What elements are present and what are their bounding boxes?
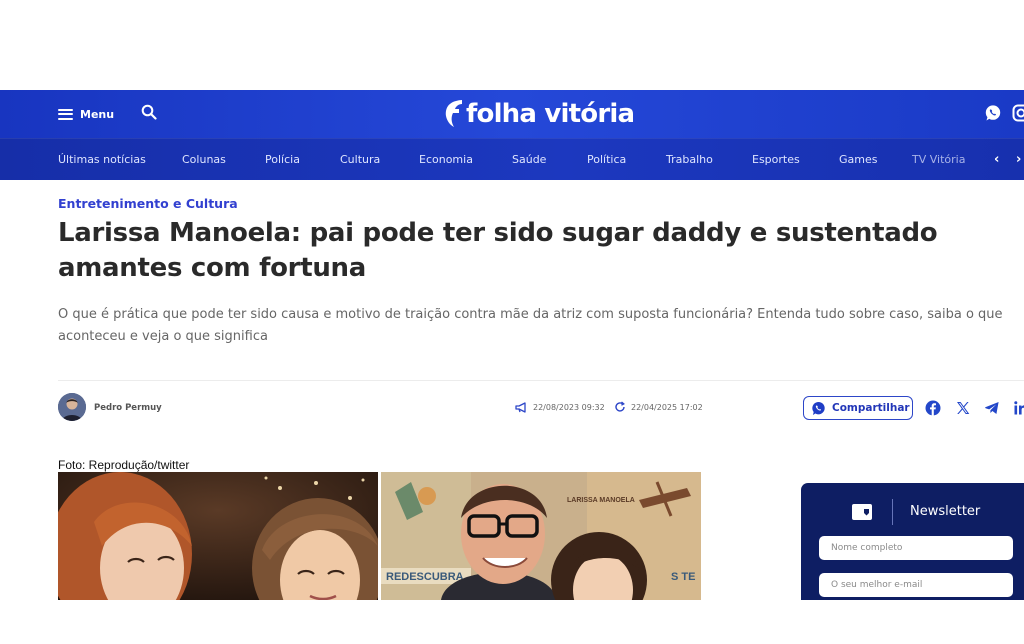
menu-label: Menu — [80, 107, 115, 121]
nav-item-saude[interactable]: Saúde — [512, 153, 546, 166]
share-whatsapp-button[interactable]: Compartilhar — [803, 396, 913, 420]
published-date: 22/08/2023 09:32 — [533, 403, 605, 412]
newsletter-widget: Newsletter — [801, 483, 1024, 600]
whatsapp-icon — [812, 401, 825, 415]
share-label: Compartilhar — [832, 402, 910, 414]
mail-icon — [852, 504, 872, 520]
poster-banner-left: REDESCUBRA — [386, 571, 464, 583]
article-photo-right: REDESCUBRA LARISSA MANOELA S TE — [381, 472, 701, 600]
telegram-icon[interactable] — [984, 400, 1000, 416]
facebook-icon[interactable] — [925, 400, 941, 416]
updated-date: 22/04/2025 17:02 — [631, 403, 703, 412]
nav-item-policia[interactable]: Polícia — [265, 153, 300, 166]
author-avatar[interactable] — [58, 393, 86, 421]
search-icon[interactable] — [141, 104, 157, 120]
nav-item-tv-vitoria[interactable]: TV Vitória — [912, 153, 965, 166]
x-icon[interactable] — [955, 400, 971, 416]
article-lead: O que é prática que pode ter sido causa … — [58, 307, 1003, 344]
linkedin-icon[interactable] — [1013, 400, 1024, 416]
newsletter-title: Newsletter — [910, 504, 981, 519]
nav-item-colunas[interactable]: Colunas — [182, 153, 226, 166]
refresh-icon — [615, 401, 625, 412]
article-category-link[interactable]: Entretenimento e Cultura — [58, 196, 238, 211]
photo-caption: Foto: Reprodução/twitter — [58, 458, 190, 472]
nav-item-cultura[interactable]: Cultura — [340, 153, 380, 166]
logo-mark-icon — [445, 100, 462, 127]
nav-item-ultimas-noticias[interactable]: Últimas notícias — [58, 153, 146, 166]
nav-prev-arrow-icon[interactable]: ‹ — [994, 152, 999, 167]
logo-text: folha vitória — [466, 99, 635, 129]
article-photo-left — [58, 472, 378, 600]
poster-banner-right: S TE — [671, 571, 695, 583]
nav-item-trabalho[interactable]: Trabalho — [666, 153, 713, 166]
newsletter-email-input[interactable] — [819, 573, 1013, 597]
megaphone-icon — [515, 402, 526, 413]
nav-item-esportes[interactable]: Esportes — [752, 153, 800, 166]
site-logo[interactable]: folha vitória — [442, 97, 635, 131]
article-title: Larissa Manoela: pai pode ter sido sugar… — [58, 218, 938, 283]
category-nav: Últimas notícias Colunas Polícia Cultura… — [0, 138, 1024, 180]
nav-item-games[interactable]: Games — [839, 153, 877, 166]
nav-item-politica[interactable]: Política — [587, 153, 626, 166]
author-name[interactable]: Pedro Permuy — [94, 403, 162, 413]
nav-next-arrow-icon[interactable]: › — [1016, 152, 1021, 167]
site-header: Menu folha vitória — [0, 90, 1024, 138]
nav-item-economia[interactable]: Economia — [419, 153, 473, 166]
newsletter-separator — [892, 499, 893, 525]
menu-button[interactable]: Menu — [58, 105, 114, 123]
instagram-icon[interactable] — [1012, 104, 1024, 122]
whatsapp-icon[interactable] — [984, 104, 1002, 122]
poster-title: LARISSA MANOELA — [567, 497, 635, 504]
hamburger-icon — [58, 108, 73, 120]
divider — [58, 380, 1024, 381]
newsletter-name-input[interactable] — [819, 536, 1013, 560]
